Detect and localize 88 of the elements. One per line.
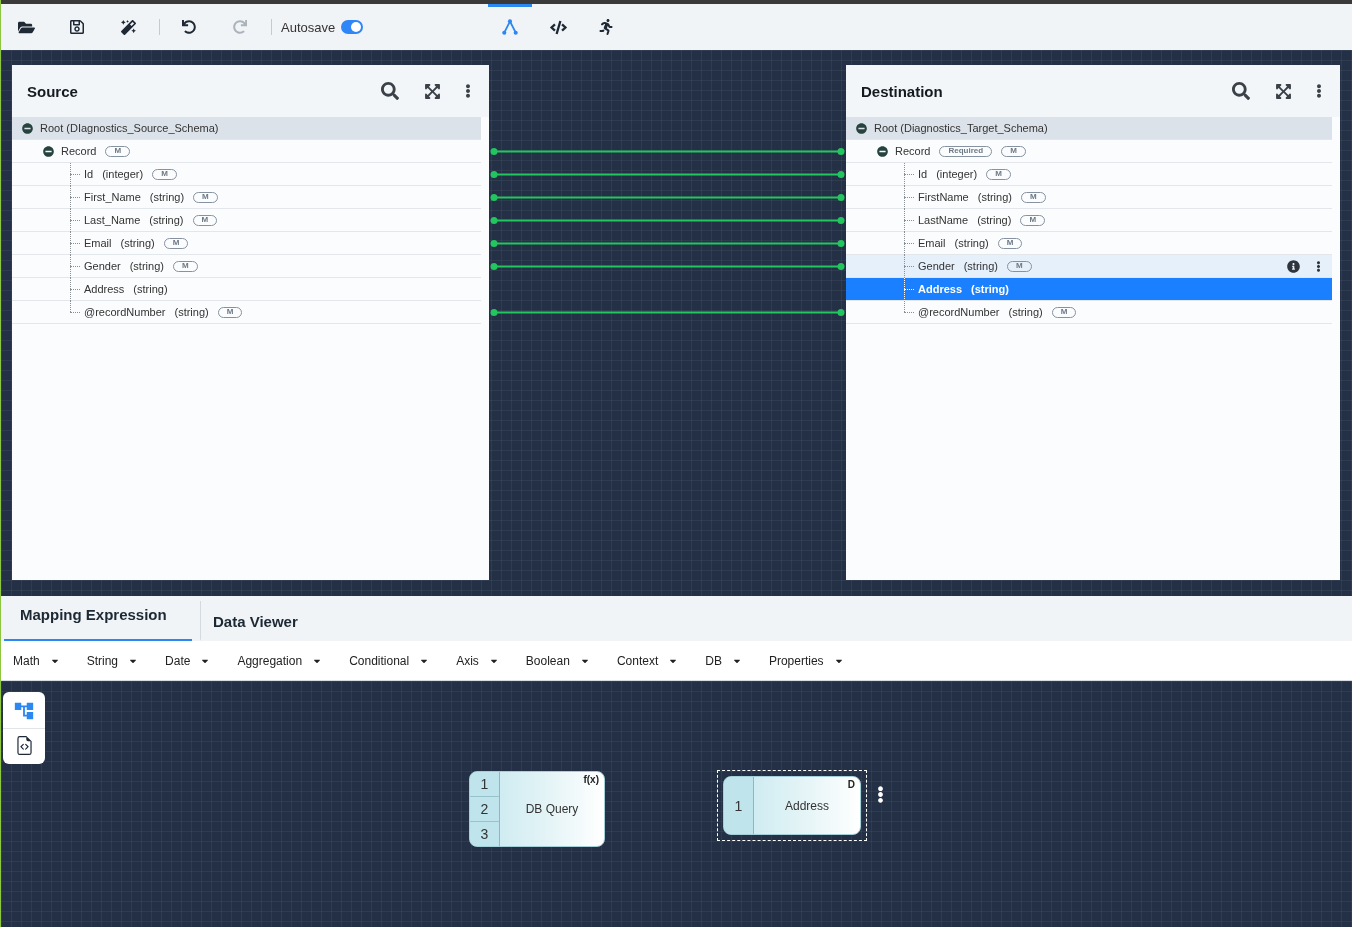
input-port[interactable]: 1 bbox=[724, 777, 753, 834]
tree-node-name: Gender bbox=[84, 260, 121, 272]
tree-row[interactable]: Root (DIagnostics_Source_Schema) bbox=[12, 117, 481, 140]
tree-row[interactable]: Address (string) bbox=[846, 278, 1332, 301]
tree-row[interactable]: Email (string) M bbox=[12, 232, 481, 255]
function-node[interactable]: 1 Address D bbox=[723, 776, 861, 835]
input-port[interactable]: 2 bbox=[470, 796, 499, 821]
tree-node-name: LastName bbox=[918, 214, 969, 226]
tree-node-type: (string) bbox=[954, 237, 989, 249]
tree-node-name: @recordNumber bbox=[84, 306, 166, 318]
panel-title: Source bbox=[27, 82, 78, 100]
tree-row[interactable]: @recordNumber (string) M bbox=[846, 301, 1332, 324]
menu-item[interactable]: Context bbox=[616, 653, 679, 668]
menu-item[interactable]: Date bbox=[165, 653, 211, 668]
input-port[interactable]: 1 bbox=[470, 772, 499, 796]
tree-node-name: Last_Name bbox=[84, 214, 141, 226]
running-person-icon bbox=[598, 19, 615, 35]
tree-node-type: (string) bbox=[174, 306, 209, 318]
search-button[interactable] bbox=[1229, 79, 1253, 103]
tree-node-type: (string) bbox=[977, 191, 1012, 203]
tree-node-name: Record bbox=[895, 145, 931, 157]
expand-arrows-icon bbox=[1274, 82, 1292, 100]
tree-node-name: FirstName bbox=[918, 191, 969, 203]
autosave-label: Autosave bbox=[281, 19, 336, 35]
node-label: Address bbox=[785, 798, 829, 813]
tree-node-type: (string) bbox=[149, 191, 185, 203]
tree-node-type: (integer) bbox=[936, 168, 978, 180]
code-icon bbox=[549, 18, 567, 36]
tree-row[interactable]: First_Name (string) M bbox=[12, 186, 481, 209]
tree-row[interactable]: Record Required M bbox=[846, 140, 1332, 163]
tree-row[interactable]: @recordNumber (string) M bbox=[12, 301, 481, 324]
tree-node-type: (string) bbox=[977, 214, 1012, 226]
expand-arrows-icon bbox=[423, 82, 441, 100]
menu-item[interactable]: DB bbox=[705, 653, 742, 668]
tree-row[interactable]: Id (integer) M bbox=[846, 163, 1332, 186]
info-icon[interactable] bbox=[1287, 259, 1300, 273]
redo-icon bbox=[233, 20, 247, 34]
tree-node-type: (string) bbox=[963, 260, 998, 272]
tree-row[interactable]: Last_Name (string) M bbox=[12, 209, 481, 232]
tree-node-name: Email bbox=[84, 237, 112, 249]
tree-row[interactable]: Gender (string) M bbox=[12, 255, 481, 278]
tree-node-type: (string) bbox=[149, 214, 184, 226]
tree-node-name: Record bbox=[61, 145, 97, 157]
tree-node-type: (string) bbox=[129, 260, 164, 272]
tree-node-type: (integer) bbox=[102, 168, 144, 180]
tree-node-name: Id bbox=[918, 168, 928, 180]
search-icon bbox=[1232, 82, 1250, 100]
tree-node-name: Root (DIagnostics_Source_Schema) bbox=[40, 122, 219, 134]
tree-diagram-icon bbox=[13, 700, 35, 722]
tree-node-name: Id bbox=[84, 168, 94, 180]
undo-icon bbox=[182, 20, 196, 34]
tree-row[interactable]: Root (Diagnostics_Target_Schema) bbox=[846, 117, 1332, 140]
tree-node-type: (string) bbox=[120, 237, 155, 249]
search-button[interactable] bbox=[378, 79, 402, 103]
tree-node-name: Gender bbox=[918, 260, 955, 272]
node-type-label: D bbox=[847, 779, 855, 790]
menu-item[interactable]: Axis bbox=[456, 653, 499, 668]
tree-node-type: (string) bbox=[1008, 306, 1043, 318]
tree-row[interactable]: FirstName (string) M bbox=[846, 186, 1332, 209]
menu-item[interactable]: Conditional bbox=[349, 653, 430, 668]
magic-wand-icon bbox=[120, 19, 136, 35]
tree-node-name: Address bbox=[84, 283, 125, 295]
menu-item[interactable]: Aggregation bbox=[237, 653, 323, 668]
tree-row[interactable]: Record M bbox=[12, 140, 481, 163]
menu-item[interactable]: String bbox=[86, 653, 139, 668]
menu-item[interactable]: Math bbox=[13, 653, 60, 668]
tree-node-name: First_Name bbox=[84, 191, 141, 203]
tree-node-name: Address bbox=[918, 283, 963, 295]
node-type-label: f(x) bbox=[583, 774, 599, 785]
tree-node-name: @recordNumber bbox=[918, 306, 1000, 318]
node-label: DB Query bbox=[525, 802, 579, 816]
autosave-toggle[interactable] bbox=[341, 20, 364, 34]
menu-item[interactable]: Properties bbox=[768, 653, 844, 668]
tree-node-type: (string) bbox=[971, 283, 1009, 295]
code-file-icon bbox=[14, 736, 34, 755]
tree-node-name: Root (Diagnostics_Target_Schema) bbox=[874, 122, 1048, 134]
tree-row[interactable]: Id (integer) M bbox=[12, 163, 481, 186]
tree-row[interactable]: Gender (string) M bbox=[846, 255, 1332, 278]
node-graph-icon bbox=[502, 19, 519, 35]
tree-node-type: (string) bbox=[133, 283, 168, 295]
panel-title: Destination bbox=[861, 82, 943, 100]
input-port[interactable]: 3 bbox=[470, 821, 499, 846]
function-node[interactable]: 1 2 3 DB Query f(x) bbox=[469, 771, 605, 847]
tree-node-name: Email bbox=[918, 237, 946, 249]
tree-row[interactable]: Address (string) bbox=[12, 278, 481, 301]
menu-item[interactable]: Boolean bbox=[525, 653, 590, 668]
tree-row[interactable]: LastName (string) M bbox=[846, 209, 1332, 232]
search-icon bbox=[381, 82, 399, 100]
